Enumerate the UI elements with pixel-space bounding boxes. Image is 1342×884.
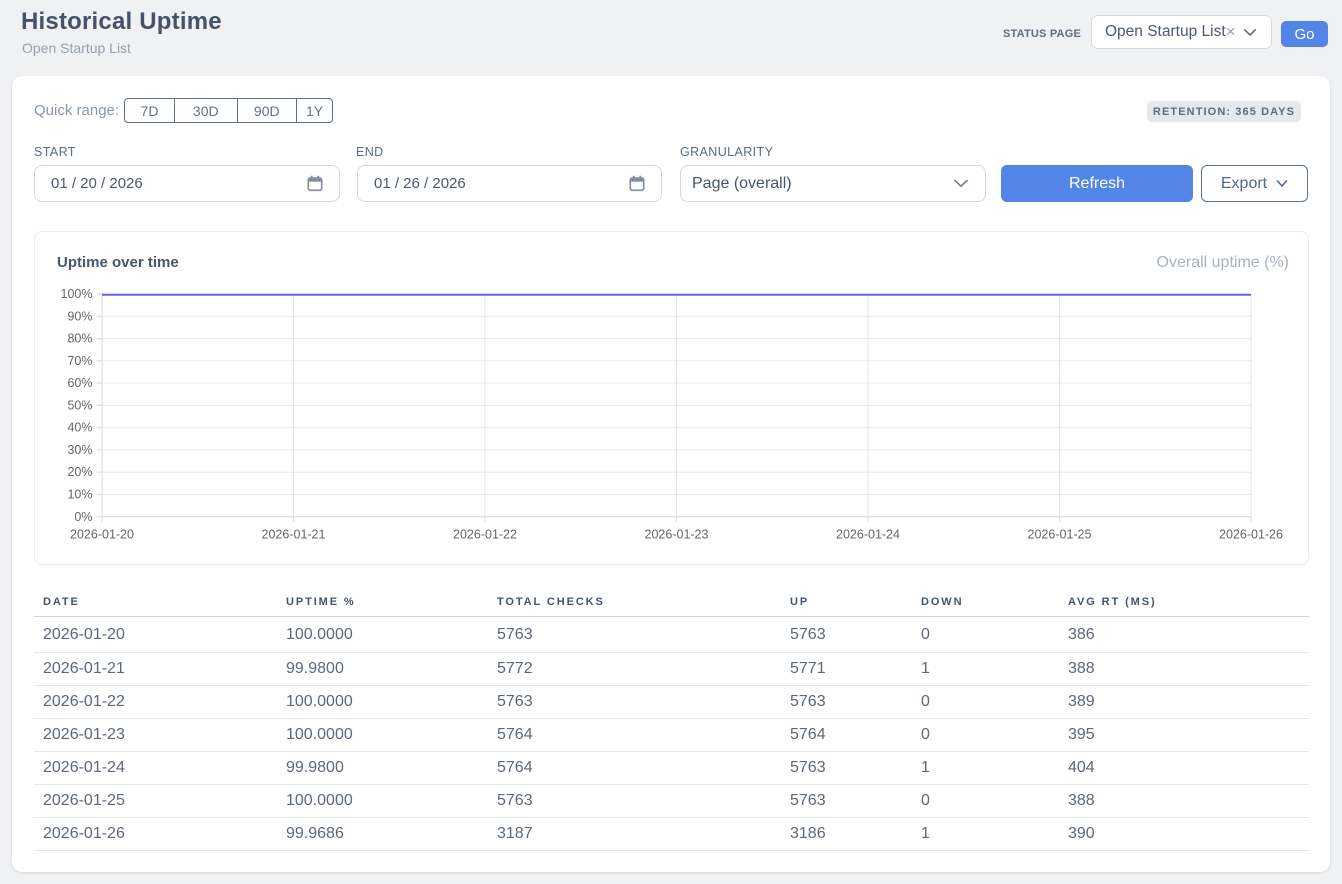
- svg-text:40%: 40%: [67, 421, 92, 435]
- svg-text:2026-01-25: 2026-01-25: [1028, 527, 1092, 541]
- svg-text:30%: 30%: [67, 443, 92, 457]
- svg-text:90%: 90%: [67, 309, 92, 323]
- svg-text:100%: 100%: [61, 287, 93, 301]
- svg-text:70%: 70%: [67, 354, 92, 368]
- svg-text:2026-01-23: 2026-01-23: [645, 527, 709, 541]
- svg-text:2026-01-24: 2026-01-24: [836, 527, 900, 541]
- svg-text:60%: 60%: [67, 376, 92, 390]
- svg-text:2026-01-20: 2026-01-20: [70, 527, 134, 541]
- svg-text:0%: 0%: [74, 510, 92, 524]
- svg-text:50%: 50%: [67, 398, 92, 412]
- svg-text:10%: 10%: [67, 488, 92, 502]
- svg-text:2026-01-21: 2026-01-21: [262, 527, 326, 541]
- svg-text:80%: 80%: [67, 332, 92, 346]
- svg-text:2026-01-26: 2026-01-26: [1219, 527, 1283, 541]
- svg-text:20%: 20%: [67, 465, 92, 479]
- svg-text:2026-01-22: 2026-01-22: [453, 527, 517, 541]
